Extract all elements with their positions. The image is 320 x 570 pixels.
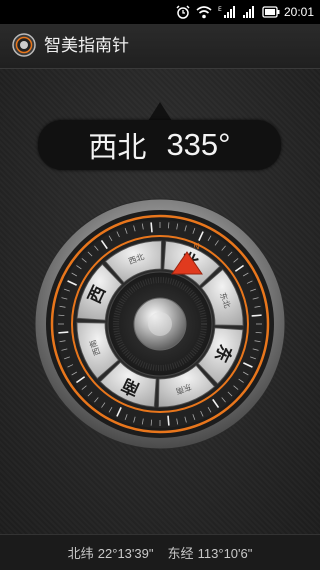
heading-display: 西北 335° [38, 120, 281, 170]
dial-tick [255, 331, 262, 334]
wifi-icon [196, 6, 212, 19]
compass-knob-center [148, 312, 172, 336]
status-bar: E 20:01 [0, 0, 320, 24]
dial-tick [167, 415, 170, 426]
heading-pointer [148, 102, 172, 121]
dial-tick [150, 419, 153, 426]
signal-icon: E [218, 6, 235, 18]
longitude-display: 东经 113°10'6" [167, 543, 252, 562]
dial-tick [167, 222, 170, 229]
compass-screen: 西北 335° N 东北 东 东南 南 西南 西 西北 [0, 69, 320, 534]
latitude-label: 北纬 [67, 547, 94, 562]
app-title: 智美指南针 [44, 36, 129, 56]
longitude-value: 113°10'6" [197, 546, 253, 561]
alarm-icon [176, 5, 190, 19]
dial-tick [251, 314, 262, 317]
heading-degrees: 335° [166, 127, 231, 162]
svg-text:E: E [218, 6, 222, 13]
dial-tick [150, 222, 153, 233]
dial-tick [58, 331, 69, 334]
location-footer: 北纬 22°13'39" 东经 113°10'6" [0, 534, 320, 570]
status-icons: E [176, 4, 280, 20]
signal-icon [243, 6, 254, 18]
status-time: 20:01 [283, 5, 314, 19]
compass-dial[interactable]: N 北东北东东南南西南西西北 [34, 198, 286, 450]
compass-logo-icon [12, 33, 36, 57]
dial-tick [58, 314, 65, 317]
latitude-value: 22°13'39" [97, 546, 154, 561]
app-bar: 智美指南针 [0, 24, 320, 69]
longitude-label: 东经 [167, 547, 194, 562]
battery-icon [262, 6, 280, 18]
latitude-display: 北纬 22°13'39" [68, 543, 154, 562]
heading-direction: 西北 [88, 130, 147, 164]
